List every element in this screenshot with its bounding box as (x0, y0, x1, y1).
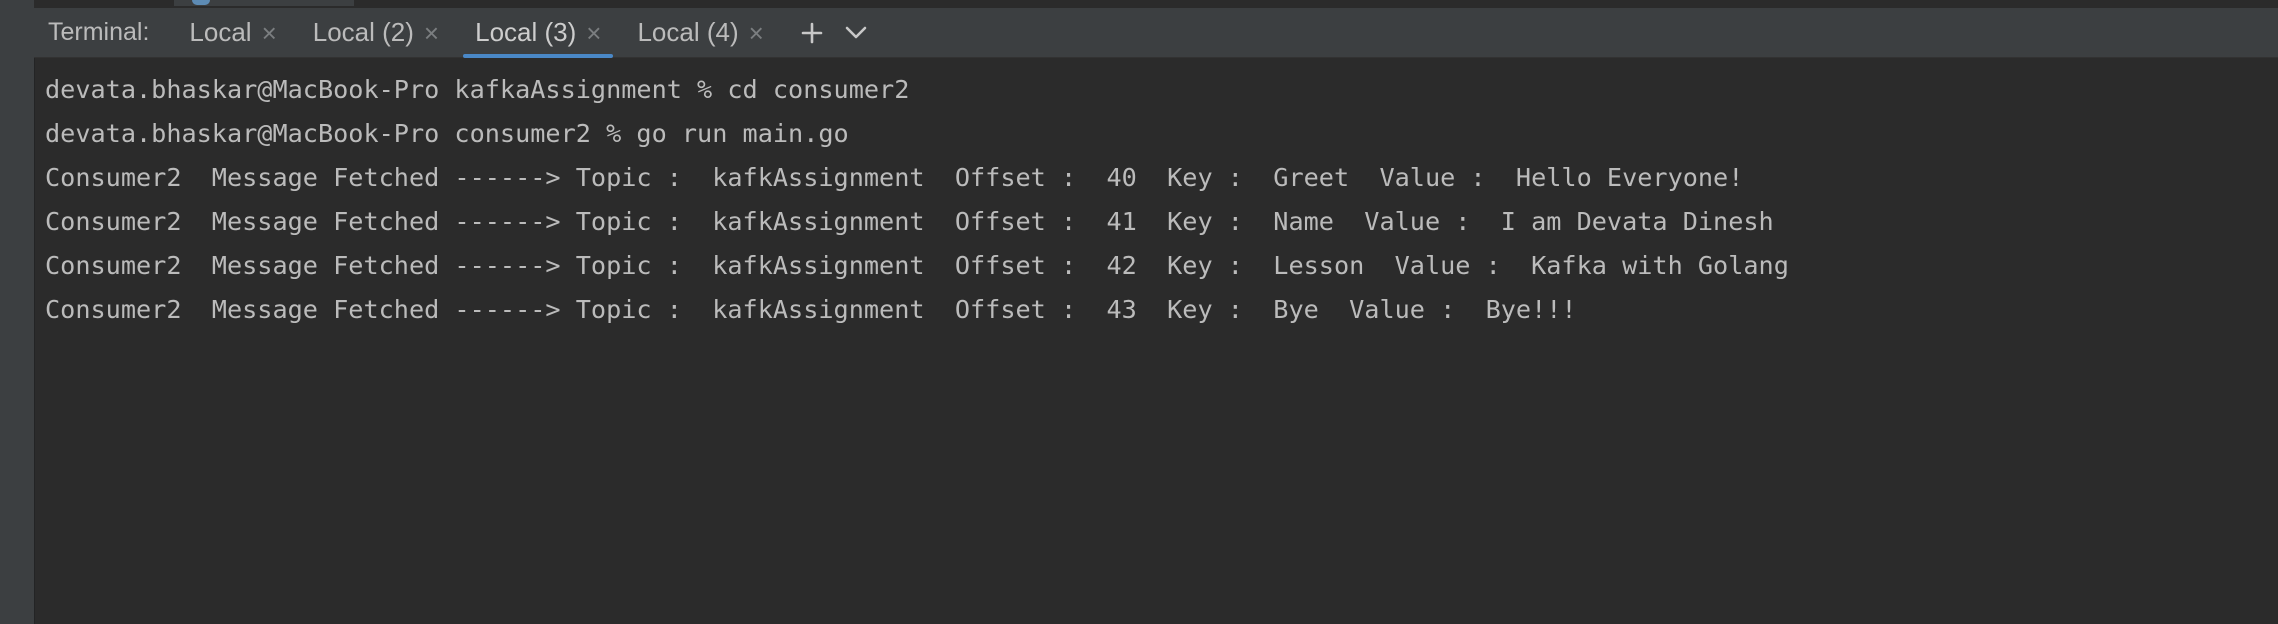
top-edge-indicator (192, 0, 210, 5)
terminal-line: Consumer2 Message Fetched ------> Topic … (45, 207, 1774, 236)
close-icon[interactable]: × (262, 20, 277, 46)
terminal-tabbar: Terminal: Local × Local (2) × Local (3) … (34, 8, 2278, 58)
tab-local-2[interactable]: Local (2) × (295, 8, 457, 58)
tab-local[interactable]: Local × (171, 8, 294, 58)
tab-label: Local (2) (312, 17, 414, 47)
terminal-label: Terminal: (48, 18, 150, 46)
close-icon[interactable]: × (586, 20, 601, 46)
terminal-line: Consumer2 Message Fetched ------> Topic … (45, 295, 1577, 324)
terminal-line: devata.bhaskar@MacBook-Pro consumer2 % g… (45, 119, 849, 148)
terminal-line: Consumer2 Message Fetched ------> Topic … (45, 251, 1789, 280)
chevron-down-icon (845, 26, 867, 38)
terminal-output[interactable]: devata.bhaskar@MacBook-Pro kafkaAssignme… (35, 58, 2278, 624)
tab-local-4[interactable]: Local (4) × (619, 8, 781, 58)
new-tab-button[interactable] (790, 8, 834, 58)
tab-local-3[interactable]: Local (3) × (457, 8, 619, 58)
close-icon[interactable]: × (749, 20, 764, 46)
close-icon[interactable]: × (424, 20, 439, 46)
tab-label: Local (189, 17, 252, 47)
plus-icon (801, 22, 823, 43)
tab-label: Local (4) (637, 17, 739, 47)
terminal-line: devata.bhaskar@MacBook-Pro kafkaAssignme… (45, 75, 910, 104)
left-tool-strip (0, 0, 35, 624)
terminal-line: Consumer2 Message Fetched ------> Topic … (45, 163, 1744, 192)
tab-label: Local (3) (475, 17, 577, 47)
tab-menu-button[interactable] (834, 8, 878, 58)
